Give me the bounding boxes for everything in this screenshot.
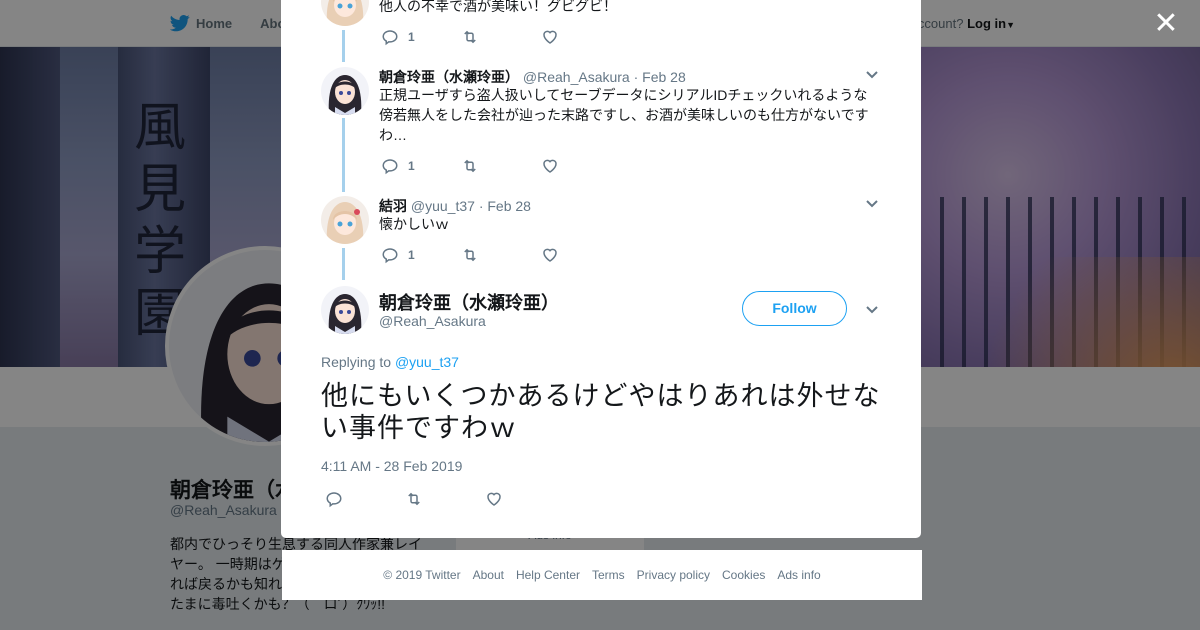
reply-button[interactable] <box>325 490 405 508</box>
thread-connector <box>342 118 345 192</box>
tweet-author-name[interactable]: 結羽 <box>379 198 407 214</box>
retweet-button[interactable] <box>405 490 485 508</box>
tweet-permalink-modal: 他人の不幸で酒が美味い！グビグビ！ 1 朝倉玲亜（水瀬玲亜） @Reah_Asa… <box>281 0 921 538</box>
footer-link-terms[interactable]: Terms <box>592 568 625 582</box>
reply-count: 1 <box>408 30 415 44</box>
footer-link-help-center[interactable]: Help Center <box>516 568 580 582</box>
like-button[interactable] <box>541 157 621 175</box>
tweet-text: 懐かしいｗ <box>379 216 449 232</box>
retweet-icon <box>464 30 476 44</box>
tweet-actions: 1 <box>381 157 621 175</box>
dark-hair-girl-avatar <box>321 67 369 115</box>
retweet-button[interactable] <box>461 28 541 46</box>
main-tweet-author-handle[interactable]: @Reah_Asakura <box>379 313 486 329</box>
chevron-down-icon[interactable] <box>865 303 879 317</box>
tweet-actions: 1 <box>381 246 621 264</box>
avatar[interactable] <box>321 67 369 115</box>
tweet-date[interactable]: · Feb 28 <box>634 69 686 85</box>
heart-icon <box>543 159 557 173</box>
tweet-header: 朝倉玲亜（水瀬玲亜） @Reah_Asakura · Feb 28 <box>379 67 686 87</box>
tweet-text: 他人の不幸で酒が美味い！グビグビ！ <box>379 0 617 14</box>
close-icon[interactable]: ✕ <box>1152 9 1180 39</box>
thread-connector <box>342 248 345 280</box>
blonde-girl-avatar <box>321 196 369 244</box>
replying-to-handle[interactable]: @yuu_t37 <box>395 354 459 370</box>
main-tweet-timestamp[interactable]: 4:11 AM - 28 Feb 2019 <box>321 458 462 474</box>
tweet-author-name[interactable]: 朝倉玲亜（水瀬玲亜） <box>379 69 519 85</box>
footer-copyright: © 2019 Twitter <box>383 568 461 582</box>
reply-button[interactable]: 1 <box>381 28 461 46</box>
chevron-down-icon[interactable] <box>865 197 879 211</box>
heart-icon <box>543 248 557 262</box>
follow-button[interactable]: Follow <box>742 291 847 326</box>
reply-icon <box>382 248 398 264</box>
main-tweet-author-name[interactable]: 朝倉玲亜（水瀬玲亜） <box>379 289 559 315</box>
tweet-text: 正規ユーザすら盗人扱いしてセーブデータにシリアルIDチェックいれるような傍若無人… <box>379 87 869 143</box>
reply-count: 1 <box>408 159 415 173</box>
retweet-button[interactable] <box>461 246 541 264</box>
retweet-icon <box>408 492 420 506</box>
retweet-button[interactable] <box>461 157 541 175</box>
main-tweet-avatar[interactable] <box>321 286 369 334</box>
tweet-date[interactable]: · Feb 28 <box>479 198 531 214</box>
tweet-author-handle[interactable]: @yuu_t37 <box>411 198 475 214</box>
main-tweet-actions <box>325 490 565 508</box>
like-button[interactable] <box>541 28 621 46</box>
blonde-girl-avatar <box>321 0 369 26</box>
modal-footer: © 2019 Twitter About Help Center Terms P… <box>282 550 922 600</box>
avatar[interactable] <box>321 0 369 26</box>
tweet-header: 結羽 @yuu_t37 · Feb 28 <box>379 196 531 216</box>
reply-icon <box>382 30 398 46</box>
reply-icon <box>382 159 398 175</box>
avatar[interactable] <box>321 196 369 244</box>
replying-to-label: Replying to <box>321 354 392 370</box>
heart-icon <box>543 30 557 44</box>
chevron-down-icon[interactable] <box>865 68 879 82</box>
replying-to: Replying to @yuu_t37 <box>321 354 459 370</box>
thread-connector <box>342 30 345 62</box>
heart-icon <box>487 492 501 506</box>
reply-icon <box>326 492 342 508</box>
footer-link-about[interactable]: About <box>473 568 504 582</box>
dark-hair-girl-avatar <box>321 286 369 334</box>
tweet-actions: 1 <box>381 28 621 46</box>
reply-button[interactable]: 1 <box>381 157 461 175</box>
tweet-author-handle[interactable]: @Reah_Asakura <box>523 69 630 85</box>
footer-link-cookies[interactable]: Cookies <box>722 568 765 582</box>
footer-link-ads-info[interactable]: Ads info <box>777 568 820 582</box>
retweet-icon <box>464 248 476 262</box>
main-tweet-text: 他にもいくつかあるけどやはりあれは外せない事件ですわｗ <box>321 381 881 443</box>
retweet-icon <box>464 159 476 173</box>
reply-button[interactable]: 1 <box>381 246 461 264</box>
like-button[interactable] <box>485 490 565 508</box>
reply-count: 1 <box>408 248 415 262</box>
footer-link-privacy[interactable]: Privacy policy <box>637 568 710 582</box>
like-button[interactable] <box>541 246 621 264</box>
